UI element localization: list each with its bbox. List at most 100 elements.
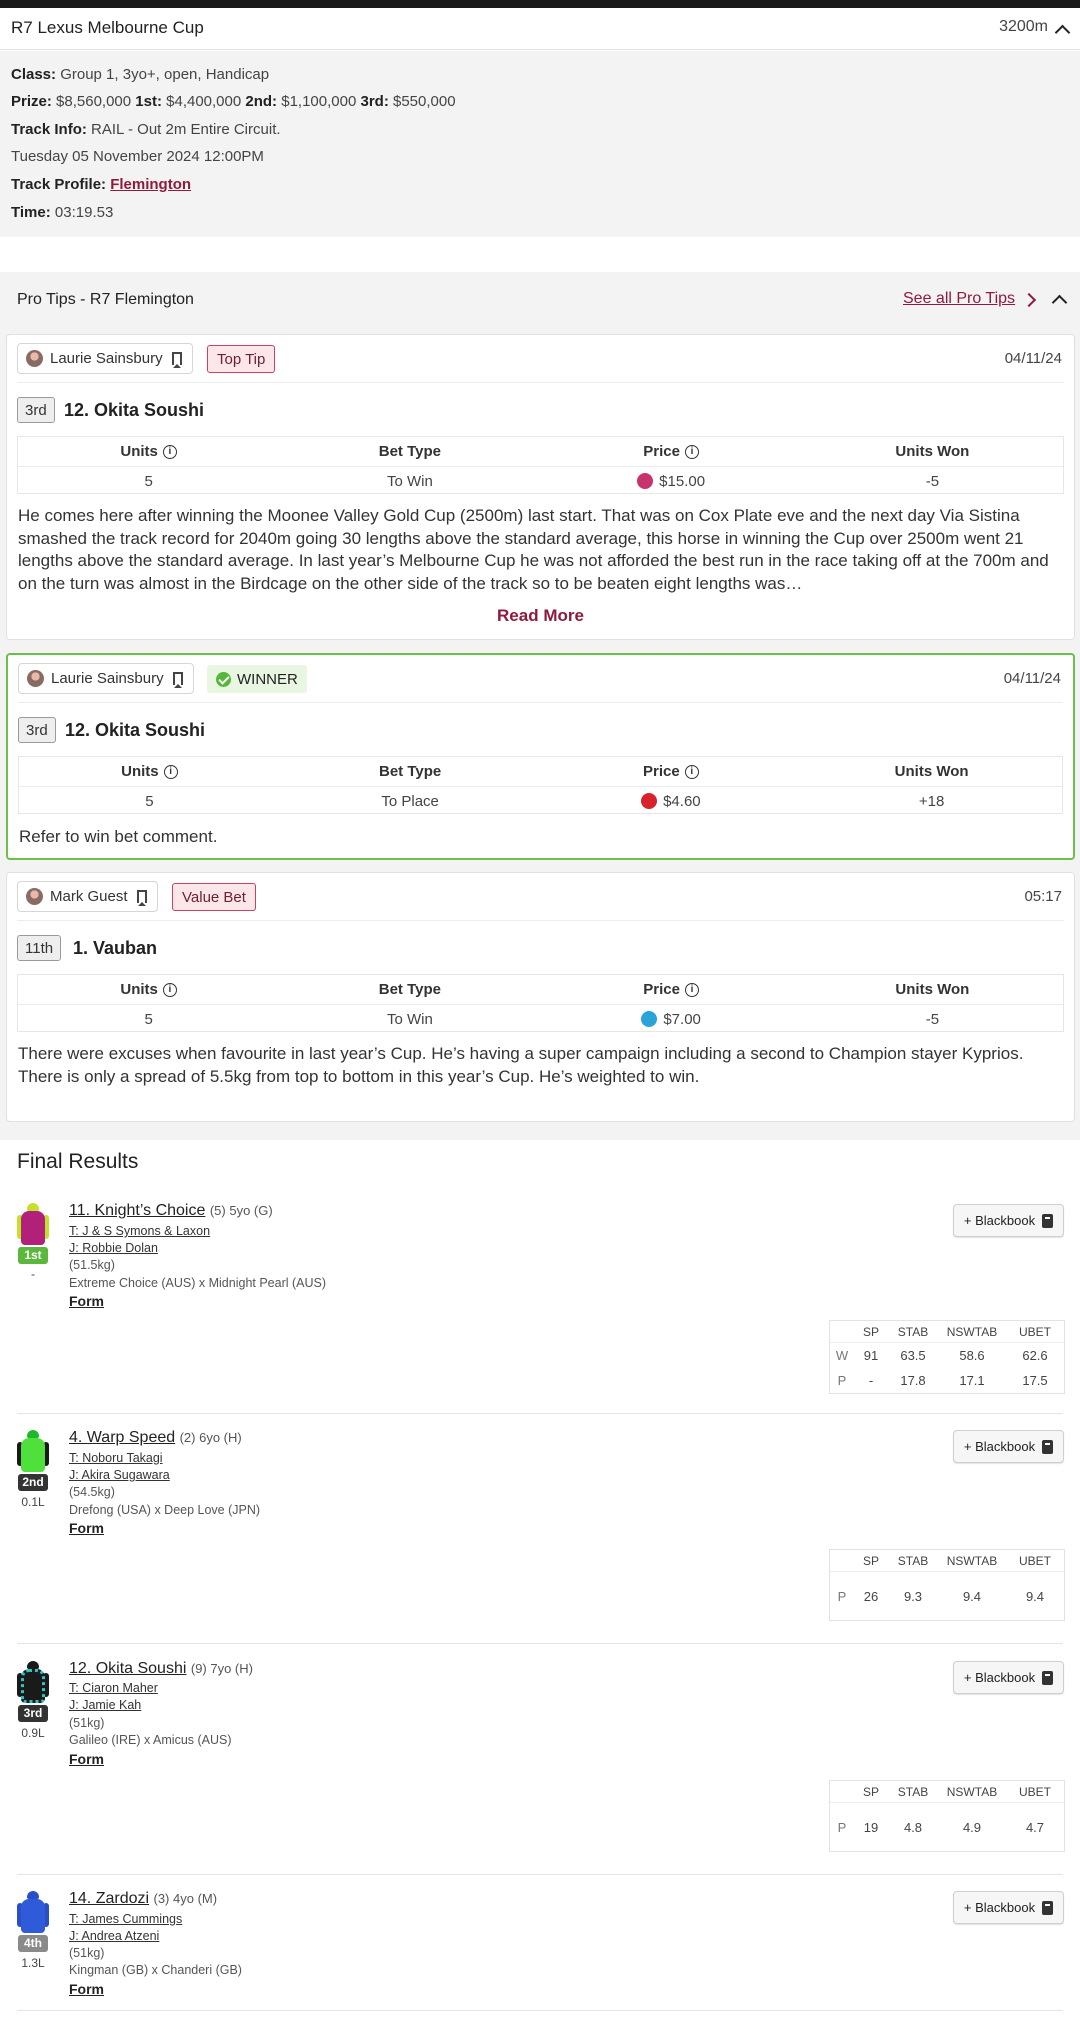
info-icon[interactable]: i	[163, 764, 178, 779]
bet-type-value: To Place	[381, 792, 439, 810]
runner-name[interactable]: 14. Zardozi (3) 4yo (M)	[69, 1890, 217, 1908]
tipster-name: Mark Guest	[50, 888, 128, 905]
tipster-name: Laurie Sainsbury	[50, 350, 163, 367]
tip-horse-name: 12. Okita Soushi	[65, 720, 206, 740]
divider	[17, 382, 1064, 383]
jockey-link[interactable]: J: Andrea Atzeni	[69, 1929, 159, 1943]
bookmaker-logo-icon	[641, 1011, 658, 1027]
collapse-pro-tips-icon[interactable]	[1051, 294, 1068, 311]
odds-table: SP STAB NSWTAB UBET P 19 4.8 4.9 4.7	[829, 1780, 1065, 1852]
chevron-right-icon	[1021, 292, 1037, 308]
weight: (51.5kg)	[69, 1258, 115, 1272]
pro-tips-header: Pro Tips - R7 Flemington See all Pro Tip…	[0, 272, 1080, 328]
divider	[18, 702, 1063, 703]
race-header[interactable]: R7 Lexus Melbourne Cup 3200m	[0, 8, 1080, 50]
race-track-info: Track Info: RAIL - Out 2m Entire Circuit…	[11, 121, 281, 138]
bet-table: Units i Bet Type Price i Units Won 5 To Wi…	[17, 436, 1064, 494]
price-value[interactable]: $4.60	[541, 787, 802, 815]
price-value[interactable]: $15.00	[541, 467, 802, 495]
units-value: 5	[145, 792, 154, 810]
bookmark-icon[interactable]	[171, 352, 182, 368]
units-won-header: Units Won	[895, 443, 970, 460]
odds-row-place: P 26 9.3 9.4 9.4	[837, 1588, 1045, 1604]
tipster-name: Laurie Sainsbury	[51, 670, 164, 687]
bookmaker-logo-icon	[637, 473, 654, 489]
jockey-silks-icon	[17, 1430, 49, 1476]
form-link[interactable]: Form	[69, 1293, 104, 1309]
form-link[interactable]: Form	[69, 1520, 104, 1536]
weight: (51kg)	[69, 1716, 105, 1730]
collapse-chevron-icon[interactable]	[1054, 24, 1071, 41]
result-position-badge: 3rd	[18, 717, 56, 743]
bet-table-row: 5 To Win $7.00 -5	[18, 1004, 1063, 1033]
divider	[17, 1643, 1063, 1644]
winner-tag: WINNER	[207, 665, 307, 693]
jockey-link[interactable]: J: Jamie Kah	[69, 1698, 141, 1712]
form-link[interactable]: Form	[69, 1981, 104, 1997]
see-all-pro-tips-link[interactable]: See all Pro Tips	[903, 290, 1015, 308]
jockey-link[interactable]: J: Robbie Dolan	[69, 1241, 158, 1255]
form-link[interactable]: Form	[69, 1751, 104, 1767]
units-won-header: Units Won	[895, 981, 970, 998]
place-badge: 3rd	[18, 1705, 48, 1722]
place-badge: 1st	[18, 1247, 48, 1264]
place-badge: 2nd	[18, 1474, 48, 1491]
bet-table: Units i Bet Type Price i Units Won 5 To Pl…	[18, 756, 1063, 814]
notebook-icon	[1042, 1439, 1054, 1454]
tipster-chip[interactable]: Laurie Sainsbury	[18, 663, 194, 694]
breeding: Kingman (GB) x Chanderi (GB)	[69, 1963, 242, 1977]
price-value[interactable]: $7.00	[541, 1005, 802, 1033]
info-icon[interactable]: i	[162, 444, 177, 459]
tipster-chip[interactable]: Laurie Sainsbury	[17, 343, 193, 374]
result-position-badge: 3rd	[17, 397, 55, 423]
tip-horse-name: 1. Vauban	[73, 938, 158, 958]
info-icon[interactable]: i	[684, 982, 699, 997]
trainer-link[interactable]: T: Ciaron Maher	[69, 1681, 158, 1695]
bookmark-icon[interactable]	[172, 672, 183, 688]
blackbook-button[interactable]: + Blackbook	[953, 1661, 1064, 1694]
units-value: 5	[144, 472, 153, 490]
bet-type-header: Bet Type	[379, 763, 442, 780]
units-header: Units i	[19, 757, 280, 786]
blackbook-button[interactable]: + Blackbook	[953, 1430, 1064, 1463]
info-icon[interactable]: i	[684, 444, 699, 459]
odds-header: SP STAB NSWTAB UBET	[830, 1781, 1064, 1803]
runner-name[interactable]: 11. Knight’s Choice (5) 5yo (G)	[69, 1202, 273, 1220]
bookmark-icon[interactable]	[136, 890, 147, 906]
tipster-chip[interactable]: Mark Guest	[17, 881, 158, 912]
price-header: Price i	[541, 757, 802, 786]
tip-comment: There were excuses when favourite in las…	[18, 1044, 1024, 1086]
units-value: 5	[144, 1010, 153, 1028]
pro-tips-title: Pro Tips - R7 Flemington	[17, 291, 194, 308]
read-more-link[interactable]: Read More	[7, 606, 1074, 626]
final-results-title: Final Results	[17, 1150, 139, 1173]
price-header: Price i	[541, 437, 802, 466]
trainer-link[interactable]: T: James Cummings	[69, 1912, 182, 1926]
jockey-link[interactable]: J: Akira Sugawara	[69, 1468, 170, 1482]
info-icon[interactable]: i	[162, 982, 177, 997]
blackbook-button[interactable]: + Blackbook	[953, 1891, 1064, 1924]
tip-date: 04/11/24	[1004, 350, 1062, 367]
trainer-link[interactable]: T: J & S Symons & Laxon	[69, 1224, 210, 1238]
odds-table: SP STAB NSWTAB UBET P 26 9.3 9.4 9.4	[829, 1549, 1065, 1621]
blackbook-button[interactable]: + Blackbook	[953, 1204, 1064, 1237]
race-class: Class: Group 1, 3yo+, open, Handicap	[11, 66, 270, 83]
info-icon[interactable]: i	[684, 764, 699, 779]
divider	[17, 920, 1064, 921]
bet-type-header: Bet Type	[378, 443, 441, 460]
track-profile-link[interactable]: Flemington	[110, 176, 191, 193]
tip-date: 05:17	[1024, 888, 1062, 905]
race-title: R7 Lexus Melbourne Cup	[11, 18, 204, 37]
units-won-value: +18	[918, 792, 945, 810]
notebook-icon	[1042, 1670, 1054, 1685]
units-won-value: -5	[925, 472, 940, 490]
tipster-avatar	[26, 350, 43, 367]
bet-table-header: Units i Bet Type Price i Units Won	[18, 975, 1063, 1004]
bookmaker-logo-icon	[641, 793, 658, 809]
units-won-header: Units Won	[894, 763, 969, 780]
bet-type-header: Bet Type	[378, 981, 441, 998]
runner-name[interactable]: 4. Warp Speed (2) 6yo (H)	[69, 1429, 242, 1447]
trainer-link[interactable]: T: Noboru Takagi	[69, 1451, 163, 1465]
runner-name[interactable]: 12. Okita Soushi (9) 7yo (H)	[69, 1660, 253, 1678]
jockey-silks-icon	[17, 1891, 49, 1937]
